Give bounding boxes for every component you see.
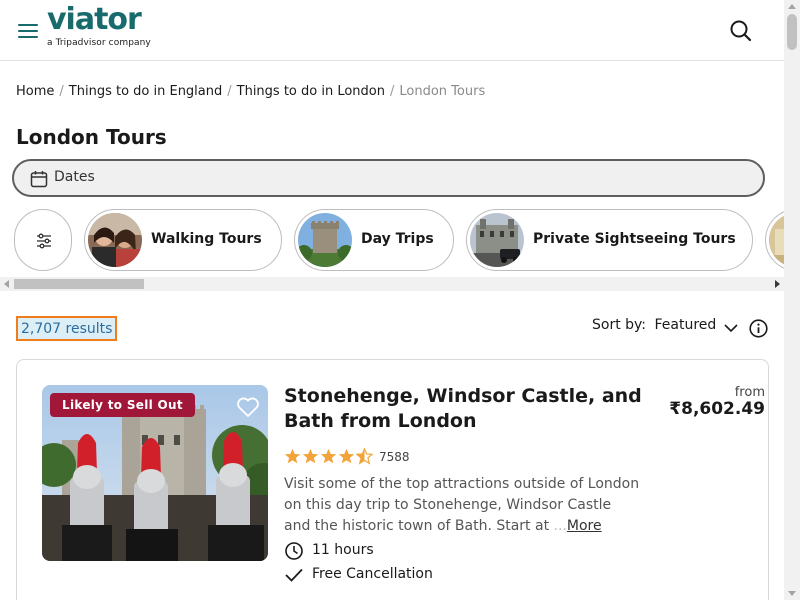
heart-icon[interactable] [236,396,260,418]
checkmark-icon [285,568,303,582]
more-link[interactable]: More [567,518,602,534]
private-sightseeing-thumbnail [470,213,524,267]
scroll-up-arrow-icon[interactable] [788,4,796,9]
logo-tagline: a Tripadvisor company [47,38,151,48]
scroll-right-arrow-icon[interactable] [775,280,780,288]
walking-tours-label: Walking Tours [151,231,262,247]
horizontal-scrollbar[interactable] [0,277,784,291]
category-more[interactable] [765,209,784,271]
star-full-icon [338,448,355,464]
private-sightseeing-label: Private Sightseeing Tours [533,231,736,247]
scrollbar-thumb[interactable] [787,14,797,50]
from-label: from [734,385,765,400]
results-count: 2,707 results [16,316,118,341]
day-trips-thumbnail [298,213,352,267]
category-more-thumbnail [769,213,784,267]
star-half-icon [356,448,373,465]
breadcrumb: Home / Things to do in England / Things to d… [16,84,485,99]
product-description: Visit some of the top attractions outsid… [284,474,640,537]
walking-tours-thumbnail [88,213,142,267]
product-title[interactable]: Stonehenge, Windsor Castle, and Bath fro… [284,384,644,434]
category-walking-tours[interactable]: Walking Tours [84,209,282,271]
clock-icon [285,542,303,560]
dates-label: Dates [54,169,95,185]
logo-wordmark: viator [47,2,142,37]
sort-label: Sort by: [592,317,647,333]
horizontal-scrollbar-thumb[interactable] [14,279,144,289]
menu-button[interactable] [16,20,40,40]
likely-to-sell-out-badge: Likely to Sell Out [50,393,195,417]
breadcrumb-england[interactable]: Things to do in England [69,84,222,99]
hamburger-menu-icon [18,24,38,26]
sort-value[interactable]: Featured [654,317,716,333]
search-button[interactable] [729,19,753,43]
category-pills: Walking Tours Day Trips Private Sightsee… [0,206,784,276]
breadcrumb-london[interactable]: Things to do in London [237,84,385,99]
breadcrumb-separator: / [390,84,395,99]
dates-picker[interactable]: Dates [12,159,765,197]
site-header: viator a Tripadvisor company [0,0,784,61]
day-trips-label: Day Trips [361,231,434,247]
info-icon[interactable] [749,319,768,338]
filter-sliders-icon [37,233,51,249]
filters-button[interactable] [14,209,72,271]
scroll-down-arrow-icon[interactable] [788,591,796,596]
search-icon [730,20,752,42]
category-private-sightseeing-tours[interactable]: Private Sightseeing Tours [466,209,753,271]
scroll-left-arrow-icon[interactable] [4,280,9,288]
breadcrumb-separator: / [227,84,232,99]
viator-logo[interactable]: viator a Tripadvisor company [47,2,151,48]
vertical-scrollbar[interactable] [784,0,800,600]
calendar-icon [30,171,48,188]
chevron-down-icon[interactable] [723,321,739,335]
review-count[interactable]: 7588 [379,450,410,464]
star-full-icon [284,448,301,464]
product-price: ₹8,602.49 [669,399,765,419]
duration-text: 11 hours [312,542,374,558]
rating-stars: 7588 [284,446,410,465]
page-title: London Tours [16,125,167,149]
cancellation-text: Free Cancellation [312,566,433,582]
breadcrumb-separator: / [59,84,64,99]
breadcrumb-home[interactable]: Home [16,84,54,99]
star-full-icon [320,448,337,464]
star-full-icon [302,448,319,464]
hamburger-line [18,36,38,38]
hamburger-line [18,30,38,32]
breadcrumb-current: London Tours [399,84,486,99]
description-ellipsis: ... [553,518,567,534]
category-day-trips[interactable]: Day Trips [294,209,454,271]
sort-control[interactable]: Sort by: Featured [592,317,716,333]
product-card[interactable]: Likely to Sell Out Stonehenge, Windsor C… [16,359,769,600]
